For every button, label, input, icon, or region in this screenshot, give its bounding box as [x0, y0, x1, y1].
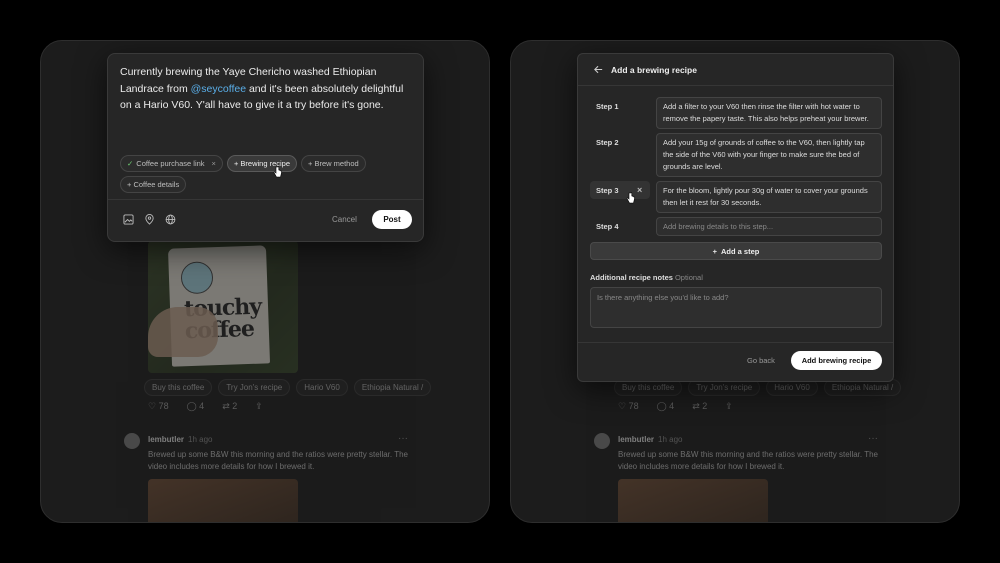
attachment-tags: ✓ Coffee purchase link × + Brewing recipe …	[120, 155, 410, 193]
step-label[interactable]: Step 1	[590, 97, 650, 115]
modal-divider	[578, 342, 893, 343]
chip-buy[interactable]: Buy this coffee	[144, 379, 213, 396]
plus-icon: +	[712, 246, 718, 256]
go-back-button[interactable]: Go back	[747, 356, 775, 365]
like-count: 78	[628, 401, 639, 411]
cancel-button[interactable]: Cancel	[332, 215, 357, 224]
avatar[interactable]	[124, 433, 140, 449]
hand-cursor-icon	[273, 166, 282, 178]
more-icon[interactable]: ···	[868, 433, 878, 444]
recipe-frame: Buy this coffee Try Jon's recipe Hario V…	[510, 40, 960, 523]
post-photo: touchy coffee	[148, 241, 298, 373]
step-label[interactable]: Step 2	[590, 133, 650, 151]
tag-coffee-purchase-link[interactable]: ✓ Coffee purchase link ×	[120, 155, 223, 172]
notes-textarea[interactable]: Is there anything else you'd like to add…	[590, 287, 882, 328]
composer-divider	[108, 199, 423, 200]
comment-count: 4	[669, 401, 675, 411]
modal-title: Add a brewing recipe	[611, 65, 697, 75]
location-icon[interactable]	[144, 214, 155, 225]
avatar[interactable]	[594, 433, 610, 449]
like-count: 78	[158, 401, 169, 411]
like-button[interactable]: ♡ 78	[618, 401, 639, 412]
arrow-left-icon[interactable]	[593, 64, 604, 75]
like-button[interactable]: ♡ 78	[148, 401, 169, 412]
notes-label: Additional recipe notes Optional	[590, 273, 703, 282]
mention-link[interactable]: @seycoffee	[191, 83, 246, 95]
comment-button[interactable]: ◯ 4	[657, 401, 675, 412]
share-icon[interactable]: ⇪	[725, 401, 733, 412]
repost-button[interactable]: ⇄ 2	[222, 401, 237, 412]
chip-method[interactable]: Hario V60	[296, 379, 348, 396]
chip-origin[interactable]: Ethiopia Natural /	[353, 379, 432, 396]
close-icon[interactable]: ×	[637, 185, 642, 195]
post-actions: ♡ 78 ◯ 4 ⇄ 2 ⇪	[148, 401, 263, 412]
post-time: 1h ago	[658, 435, 683, 444]
repost-button[interactable]: ⇄ 2	[692, 401, 707, 412]
more-icon[interactable]: ···	[398, 433, 408, 444]
tag-brewing-recipe[interactable]: + Brewing recipe	[226, 155, 298, 172]
optional-label: Optional	[674, 273, 703, 282]
post-chips: Buy this coffee Try Jon's recipe Hario V…	[144, 379, 432, 396]
add-brewing-recipe-button[interactable]: Add brewing recipe	[791, 351, 882, 370]
composer-text[interactable]: Currently brewing the Yaye Chericho wash…	[120, 64, 415, 114]
chip-recipe[interactable]: Try Jon's recipe	[218, 379, 291, 396]
hand	[148, 307, 218, 357]
repost-count: 2	[232, 401, 238, 411]
repost-count: 2	[702, 401, 708, 411]
tag-coffee-details[interactable]: + Coffee details	[120, 176, 187, 193]
composer-tools	[123, 214, 176, 225]
share-icon[interactable]: ⇪	[255, 401, 263, 412]
post-composer: Currently brewing the Yaye Chericho wash…	[107, 53, 424, 242]
hand-cursor-icon	[626, 192, 635, 204]
step-text[interactable]: For the bloom, lightly pour 30g of water…	[656, 181, 882, 213]
check-icon: ✓	[127, 159, 134, 168]
post-actions: ♡ 78 ◯ 4 ⇄ 2 ⇪	[618, 401, 733, 412]
post-username[interactable]: lembutler 1h ago	[148, 435, 212, 444]
step-text[interactable]: Add a filter to your V60 then rinse the …	[656, 97, 882, 129]
post-username[interactable]: lembutler 1h ago	[618, 435, 682, 444]
post-text: Brewed up some B&W this morning and the …	[148, 450, 408, 471]
step-text[interactable]: Add your 15g of grounds of coffee to the…	[656, 133, 882, 177]
tag-brew-method[interactable]: + Brew method	[301, 155, 366, 172]
modal-header: Add a brewing recipe	[578, 54, 893, 86]
post-photo-2	[148, 479, 298, 522]
step-label[interactable]: Step 3 ×	[590, 181, 650, 199]
add-step-button[interactable]: + Add a step	[590, 242, 882, 260]
comment-count: 4	[199, 401, 205, 411]
comment-button[interactable]: ◯ 4	[187, 401, 205, 412]
close-icon[interactable]: ×	[212, 159, 216, 168]
step-input[interactable]: Add brewing details to this step...	[656, 217, 882, 236]
post-text: Brewed up some B&W this morning and the …	[618, 450, 878, 471]
post-button[interactable]: Post	[372, 210, 412, 229]
bag-label-circle	[180, 261, 214, 295]
globe-icon[interactable]	[165, 214, 176, 225]
recipe-modal: Add a brewing recipe Step 1 Add a filter…	[577, 53, 894, 382]
post-photo-2	[618, 479, 768, 522]
step-label[interactable]: Step 4	[590, 217, 650, 235]
composer-frame: touchy coffee Buy this coffee Try Jon's …	[40, 40, 490, 523]
post-time: 1h ago	[188, 435, 213, 444]
image-icon[interactable]	[123, 214, 134, 225]
